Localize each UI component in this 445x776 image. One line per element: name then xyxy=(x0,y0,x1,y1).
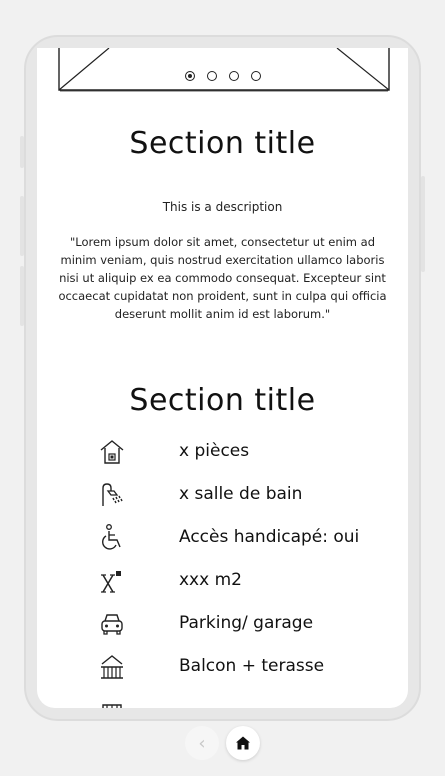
section-quote: "Lorem ipsum dolor sit amet, consectetur… xyxy=(58,235,387,321)
list-item xyxy=(37,695,408,708)
house-icon xyxy=(100,440,124,464)
shower-icon xyxy=(102,483,123,506)
carousel-dot[interactable] xyxy=(206,71,217,81)
section-title: Section title xyxy=(129,383,316,418)
carousel-dot[interactable] xyxy=(228,71,239,81)
feature-label: xxx m2 xyxy=(179,570,242,590)
list-item: Parking/ garage xyxy=(37,609,408,639)
chevron-left-icon: ‹ xyxy=(198,732,206,754)
carousel-dots xyxy=(37,66,408,85)
home-button[interactable] xyxy=(226,726,260,760)
feature-label: Balcon + terasse xyxy=(179,656,325,676)
list-item: Accès handicapé: oui xyxy=(37,523,408,553)
list-item: x pièces xyxy=(37,437,408,467)
carousel-dot[interactable] xyxy=(250,71,261,81)
side-button xyxy=(20,266,24,326)
balcony-icon xyxy=(101,655,123,679)
side-button xyxy=(20,136,24,168)
feature-label: x pièces xyxy=(179,441,250,461)
side-button xyxy=(20,196,24,256)
carousel-dot[interactable] xyxy=(184,71,195,81)
list-item: xxx m2 xyxy=(37,566,408,596)
wheelchair-icon xyxy=(102,524,121,550)
side-button xyxy=(421,176,425,272)
hero-image-placeholder xyxy=(37,48,408,94)
list-item: Balcon + terasse xyxy=(37,652,408,682)
bottom-navigation: ‹ xyxy=(0,724,445,764)
partial-feature-icon xyxy=(102,704,122,708)
feature-label: x salle de bain xyxy=(179,484,303,504)
car-icon xyxy=(101,614,123,635)
screen: Section title This is a description "Lor… xyxy=(37,48,408,708)
back-button[interactable]: ‹ xyxy=(185,726,219,760)
feature-label: Accès handicapé: oui xyxy=(179,527,360,547)
feature-label: Parking/ garage xyxy=(179,613,314,633)
section-title: Section title xyxy=(129,126,316,161)
section-description: This is a description xyxy=(162,200,283,214)
home-icon xyxy=(236,736,250,750)
list-item: x salle de bain xyxy=(37,480,408,510)
area-icon xyxy=(101,571,121,593)
